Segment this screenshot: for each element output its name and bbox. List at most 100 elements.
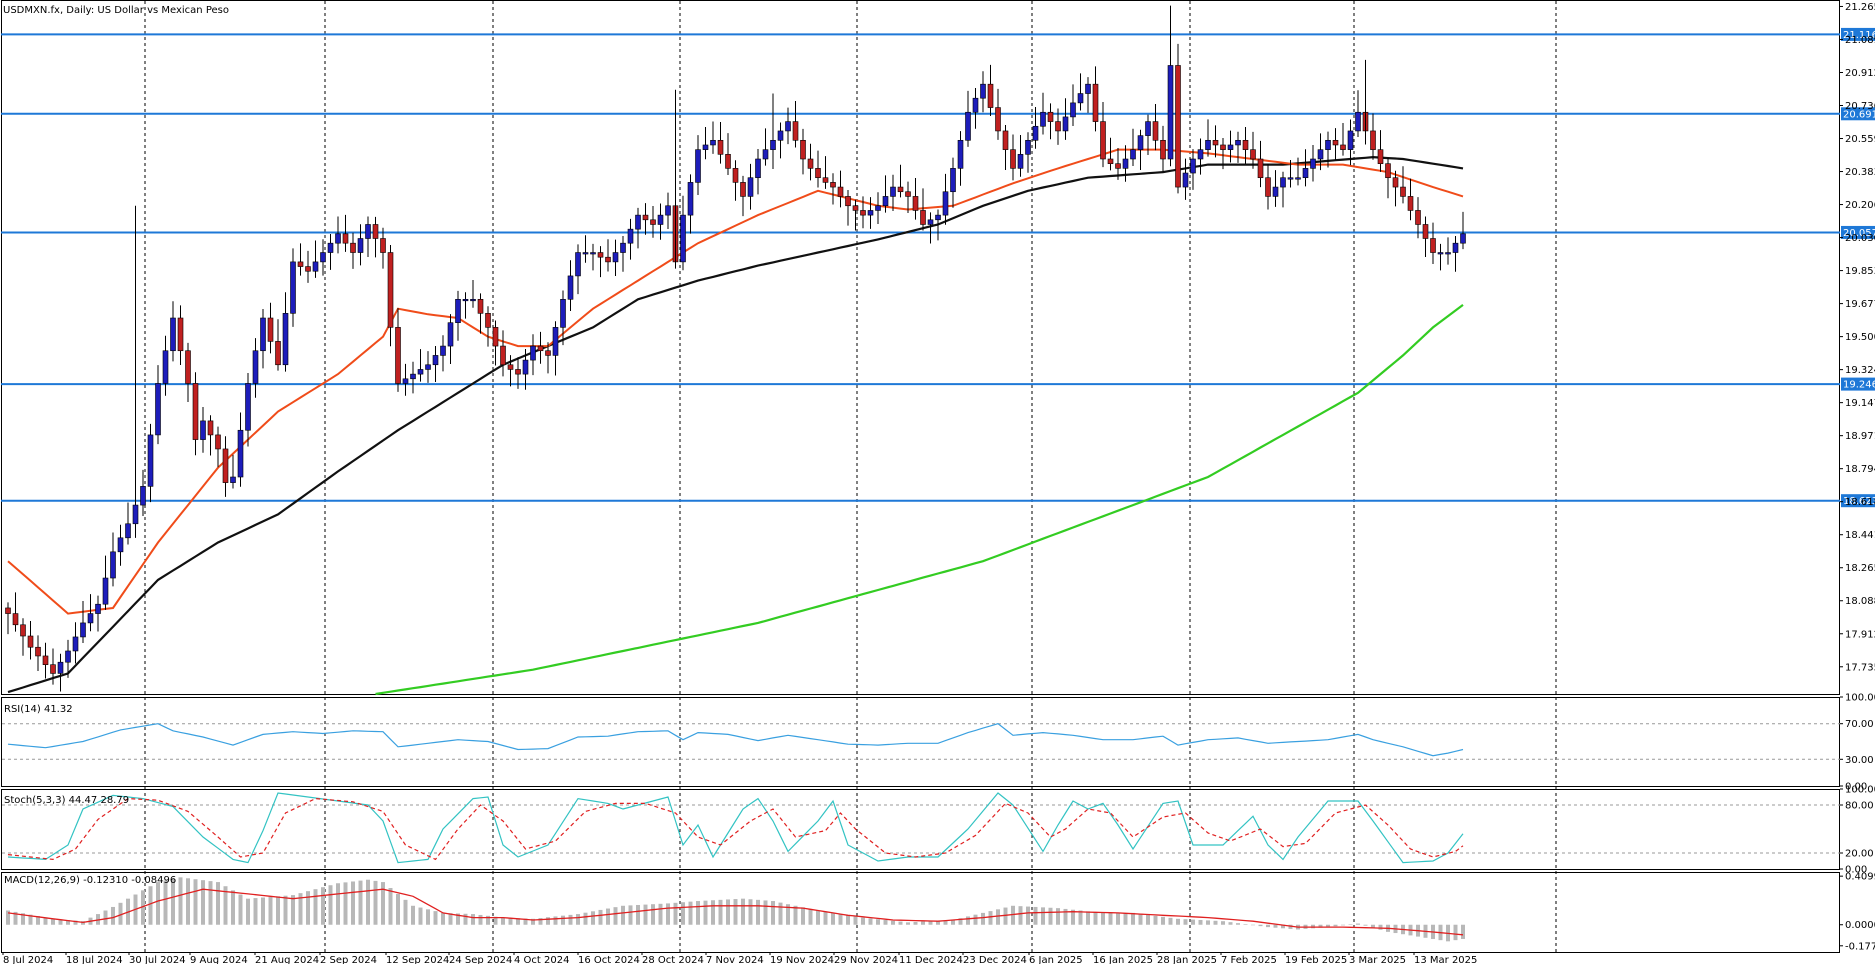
macd-hist-bar <box>1048 907 1053 925</box>
candle-body <box>1032 125 1039 141</box>
candle-body <box>1182 172 1189 188</box>
macd-hist-bar <box>898 921 903 925</box>
candle-body <box>1325 139 1331 150</box>
candle-body <box>905 191 911 197</box>
macd-hist-bar <box>1228 922 1233 925</box>
candle-body <box>215 434 221 450</box>
macd-hist-bar <box>673 902 678 925</box>
candle-body <box>680 214 686 263</box>
candle-body <box>1025 139 1031 155</box>
macd-hist-bar <box>583 912 588 925</box>
candle-body <box>567 275 574 300</box>
macd-hist-bar <box>283 895 288 925</box>
candle-body <box>920 210 926 225</box>
macd-hist-bar <box>628 905 633 925</box>
candle-body <box>470 298 476 302</box>
macd-hist-bar <box>1131 912 1135 925</box>
candle-body <box>1167 65 1174 160</box>
candle-body <box>710 139 716 146</box>
stoch-tick-label: 80.00 <box>1845 801 1874 812</box>
candle-body <box>20 624 26 637</box>
candle-body <box>560 298 566 328</box>
candle-body <box>717 139 724 155</box>
macd-hist-bar <box>1236 923 1240 925</box>
candle-body <box>380 238 386 253</box>
candle-body <box>777 130 784 141</box>
trading-chart[interactable]: 21.116020.691720.057419.246718.6234 100.… <box>0 0 1875 964</box>
candle-body <box>1107 158 1114 164</box>
candle-body <box>297 261 304 267</box>
candle-body <box>537 345 544 352</box>
candle-body <box>1242 139 1249 150</box>
macd-hist-bar <box>838 914 843 925</box>
macd-hist-bar <box>621 905 625 925</box>
macd-hist-bar <box>733 899 738 925</box>
candle-body <box>1265 177 1271 197</box>
macd-hist-bar <box>883 920 888 925</box>
macd-hist-bar <box>696 901 700 925</box>
candle-body <box>132 504 139 525</box>
candle-body <box>42 655 49 665</box>
candle-body <box>5 607 11 614</box>
date-label: 24 Sep 2024 <box>449 955 512 964</box>
candle-body <box>1085 83 1091 94</box>
candle-body <box>965 111 971 141</box>
candle-body <box>747 177 754 197</box>
macd-hist-bar <box>253 898 258 925</box>
candle-body <box>725 154 731 169</box>
macd-hist-bar <box>1348 924 1353 925</box>
macd-hist-bar <box>1153 915 1158 925</box>
macd-hist-bar <box>1123 912 1128 925</box>
macd-hist-bar <box>478 914 483 925</box>
macd-hist-bar <box>1273 924 1278 928</box>
macd-hist-bar <box>328 885 333 925</box>
candle-body <box>87 613 94 624</box>
candle-body <box>200 420 206 440</box>
candle-body <box>582 252 589 255</box>
macd-hist-bar <box>501 917 505 925</box>
macd-hist-bar <box>928 921 933 925</box>
candle-body <box>822 177 829 183</box>
candle-body <box>1355 111 1361 132</box>
candle-body <box>290 261 296 314</box>
macd-hist-bar <box>546 917 550 925</box>
macd-hist-bar <box>613 907 618 925</box>
candle-body <box>110 551 116 579</box>
macd-hist-bar <box>373 880 378 925</box>
candle-body <box>1347 130 1354 150</box>
candle-body <box>597 252 604 258</box>
candle-body <box>1002 130 1009 150</box>
candle-body <box>1452 242 1459 253</box>
price-axis: 21.2655 21.0890 20.9125 20.7360 20.5595 20.38… <box>1840 2 1875 673</box>
macd-hist-bar <box>111 906 115 925</box>
candle-body <box>950 168 956 193</box>
rsi-tick-label: 100.00 <box>1845 693 1875 704</box>
macd-hist-bar <box>381 882 385 925</box>
macd-hist-bar <box>178 877 183 925</box>
candle-body <box>935 214 941 221</box>
candle-body <box>605 256 611 263</box>
macd-hist-bar <box>156 882 160 925</box>
macd-hist-bar <box>358 880 363 925</box>
candle-body <box>95 603 101 614</box>
macd-hist-bar <box>208 881 213 925</box>
macd-hist-bar <box>1056 908 1060 925</box>
candle-body <box>1302 168 1309 179</box>
macd-hist-bar <box>306 891 310 925</box>
macd-hist-bar <box>1243 924 1248 925</box>
candle-body <box>1062 116 1069 132</box>
candle-body <box>117 537 124 553</box>
price-tick-label: 19.6770 <box>1845 299 1875 310</box>
macd-hist-bar <box>231 890 235 925</box>
candle-body <box>995 107 1001 132</box>
macd-hist-bar <box>148 886 153 925</box>
price-tick-label: 20.7360 <box>1845 101 1875 112</box>
macd-tick-label: 0.40995 <box>1845 872 1875 883</box>
candle-body <box>912 196 919 211</box>
stoch-label: Stoch(5,3,3) 44.47 28.79 <box>4 795 129 806</box>
macd-hist-bar <box>411 905 415 925</box>
macd-hist-bar <box>853 916 858 925</box>
macd-hist-bar <box>1116 912 1120 925</box>
macd-hist-bar <box>606 908 610 925</box>
candle-body <box>230 476 236 483</box>
